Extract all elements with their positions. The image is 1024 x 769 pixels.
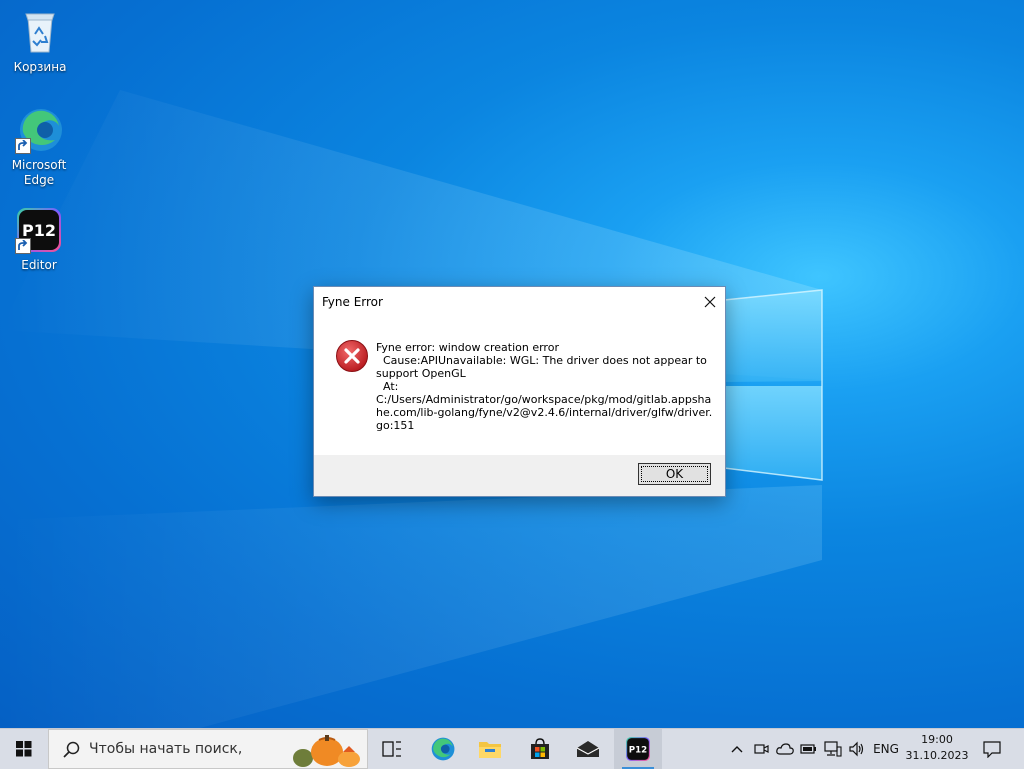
speaker-icon bbox=[849, 741, 864, 757]
pumpkins-doodle-icon bbox=[293, 735, 360, 767]
error-message-line: support OpenGL bbox=[376, 367, 466, 380]
dialog-titlebar[interactable]: Fyne Error bbox=[314, 287, 725, 317]
close-button[interactable] bbox=[695, 287, 725, 317]
edge-icon bbox=[431, 737, 455, 761]
search-icon bbox=[63, 741, 80, 758]
tray-meet-now-button[interactable] bbox=[750, 729, 772, 769]
error-message-line: he.com/lib-golang/fyne/v2@v2.4.6/interna… bbox=[376, 406, 713, 419]
language-indicator[interactable]: ENG bbox=[870, 729, 902, 769]
error-dialog: Fyne Error Fyne error: window creation e… bbox=[313, 286, 726, 497]
store-icon bbox=[531, 738, 549, 759]
dialog-footer: OK bbox=[314, 455, 725, 496]
shortcut-arrow-icon bbox=[15, 238, 31, 254]
error-message-line: C:/Users/Administrator/go/workspace/pkg/… bbox=[376, 393, 712, 406]
clock[interactable]: 19:00 31.10.2023 bbox=[900, 732, 974, 764]
desktop-icon-label: Microsoft Edge bbox=[11, 158, 67, 187]
p12-logo-text: P12 bbox=[629, 745, 647, 755]
close-icon bbox=[704, 296, 716, 308]
tray-battery-button[interactable] bbox=[798, 729, 820, 769]
notification-icon bbox=[983, 740, 1001, 758]
start-button[interactable] bbox=[0, 729, 48, 769]
dialog-body: Fyne error: window creation error Cause:… bbox=[314, 317, 725, 455]
error-icon bbox=[336, 340, 368, 372]
taskbar: Чтобы начать поиск, P12 ENG 19:00 31.10.… bbox=[0, 728, 1024, 769]
tray-onedrive-button[interactable] bbox=[774, 729, 796, 769]
error-message-line: Cause:APIUnavailable: WGL: The driver do… bbox=[376, 354, 707, 367]
taskbar-store-button[interactable] bbox=[518, 729, 562, 769]
tray-volume-button[interactable] bbox=[846, 729, 868, 769]
clock-time: 19:00 bbox=[921, 733, 953, 746]
notifications-button[interactable] bbox=[978, 729, 1006, 769]
meet-now-icon bbox=[754, 744, 769, 754]
network-icon bbox=[824, 741, 842, 757]
cloud-icon bbox=[776, 743, 794, 755]
p12-editor-icon: P12 bbox=[626, 737, 650, 761]
task-view-icon bbox=[382, 741, 401, 757]
search-placeholder: Чтобы начать поиск, bbox=[89, 741, 243, 757]
tray-network-button[interactable] bbox=[822, 729, 844, 769]
error-message-line: Fyne error: window creation error bbox=[376, 341, 559, 354]
desktop-icon-microsoft-edge[interactable]: Microsoft Edge bbox=[1, 106, 77, 188]
clock-date: 31.10.2023 bbox=[905, 749, 969, 762]
error-message-line: go:151 bbox=[376, 419, 415, 432]
taskbar-file-explorer-button[interactable] bbox=[468, 729, 512, 769]
windows-logo-icon bbox=[16, 741, 32, 757]
recycle-bin-icon bbox=[16, 8, 64, 56]
error-message-line: At: bbox=[376, 380, 399, 393]
file-explorer-icon bbox=[479, 742, 501, 758]
taskbar-p12-editor-button[interactable]: P12 bbox=[614, 729, 662, 769]
desktop-icon-label: Editor bbox=[21, 258, 57, 272]
p12-editor-icon: P12 bbox=[15, 206, 63, 254]
mail-icon bbox=[576, 741, 600, 757]
desktop-icon-editor[interactable]: P12 Editor bbox=[1, 206, 77, 273]
battery-icon bbox=[800, 744, 816, 754]
error-message: Fyne error: window creation error Cause:… bbox=[376, 341, 713, 432]
task-view-button[interactable] bbox=[370, 729, 414, 769]
taskbar-mail-button[interactable] bbox=[566, 729, 610, 769]
dialog-title: Fyne Error bbox=[322, 295, 383, 309]
desktop-icon-label: Корзина bbox=[13, 60, 67, 74]
desktop-icon-recycle-bin[interactable]: Корзина bbox=[2, 8, 78, 75]
ok-button[interactable]: OK bbox=[638, 463, 711, 485]
chevron-up-icon bbox=[731, 746, 743, 753]
search-box[interactable]: Чтобы начать поиск, bbox=[48, 729, 368, 769]
shortcut-arrow-icon bbox=[15, 138, 31, 154]
show-hidden-icons-button[interactable] bbox=[726, 729, 748, 769]
desktop: Корзина Microsoft Edge P12 Editor Fyne E… bbox=[0, 0, 1024, 728]
taskbar-edge-button[interactable] bbox=[420, 729, 464, 769]
edge-icon bbox=[15, 106, 63, 154]
